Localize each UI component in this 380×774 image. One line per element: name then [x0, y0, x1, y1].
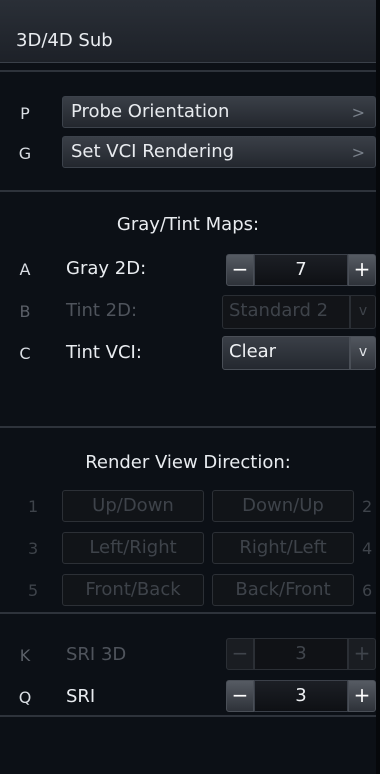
up-down-label: Up/Down	[92, 495, 174, 516]
chevron-right-icon: >	[351, 143, 365, 162]
hotkey-2: 2	[362, 497, 373, 516]
sri-stepper[interactable]: − 3 +	[226, 680, 376, 712]
hotkey-c: C	[19, 344, 31, 363]
front-back-label: Front/Back	[85, 579, 181, 600]
tint-2d-select[interactable]: Standard 2 v	[222, 295, 376, 329]
sri-decrement-button[interactable]: −	[226, 680, 254, 712]
hotkey-6: 6	[362, 581, 373, 600]
hotkey-5: 5	[28, 581, 39, 600]
divider	[0, 70, 376, 72]
divider	[0, 190, 376, 192]
divider	[0, 612, 376, 614]
render-view-direction-title: Render View Direction:	[85, 452, 291, 473]
divider	[0, 426, 376, 428]
gray-tint-maps-title: Gray/Tint Maps:	[116, 214, 260, 235]
back-front-label: Back/Front	[235, 579, 331, 600]
hotkey-a: A	[19, 260, 31, 279]
hotkey-g: G	[18, 144, 32, 163]
tint-vci-select[interactable]: Clear v	[222, 336, 376, 370]
set-vci-rendering-label: Set VCI Rendering	[71, 141, 235, 162]
tint-vci-label: Tint VCI:	[66, 342, 142, 363]
hotkey-b: B	[19, 302, 31, 321]
left-right-button[interactable]: Left/Right	[62, 532, 204, 564]
down-up-button[interactable]: Down/Up	[212, 490, 354, 522]
hotkey-k: K	[19, 646, 31, 665]
chevron-right-icon: >	[351, 103, 365, 122]
panel-edge	[376, 0, 380, 774]
hotkey-1: 1	[28, 497, 39, 516]
panel-header: 3D/4D Sub	[0, 0, 376, 63]
down-up-label: Down/Up	[242, 495, 324, 516]
gray-2d-increment-button[interactable]: +	[348, 254, 376, 286]
probe-orientation-button[interactable]: Probe Orientation >	[62, 96, 376, 128]
sri-3d-increment-button[interactable]: +	[348, 638, 376, 670]
front-back-button[interactable]: Front/Back	[62, 574, 204, 606]
gray-2d-value: 7	[254, 254, 348, 286]
sri-3d-label: SRI 3D	[66, 644, 127, 665]
sri-3d-stepper[interactable]: − 3 +	[226, 638, 376, 670]
chevron-down-icon[interactable]: v	[350, 336, 376, 370]
right-left-button[interactable]: Right/Left	[212, 532, 354, 564]
tint-2d-label: Tint 2D:	[66, 300, 138, 321]
set-vci-rendering-button[interactable]: Set VCI Rendering >	[62, 136, 376, 168]
panel-title: 3D/4D Sub	[16, 30, 113, 51]
back-front-button[interactable]: Back/Front	[212, 574, 354, 606]
up-down-button[interactable]: Up/Down	[62, 490, 204, 522]
chevron-down-icon[interactable]: v	[350, 295, 376, 329]
hotkey-q: Q	[18, 688, 32, 707]
right-left-label: Right/Left	[239, 537, 327, 558]
hotkey-3: 3	[28, 539, 39, 558]
sri-3d-decrement-button[interactable]: −	[226, 638, 254, 670]
gray-2d-decrement-button[interactable]: −	[226, 254, 254, 286]
gray-2d-label: Gray 2D:	[66, 258, 147, 279]
gray-2d-stepper[interactable]: − 7 +	[226, 254, 376, 286]
sri-value: 3	[254, 680, 348, 712]
tint-vci-value: Clear	[229, 341, 277, 362]
sub-menu-panel: 3D/4D Sub P Probe Orientation > G Set VC…	[0, 0, 380, 774]
sri-increment-button[interactable]: +	[348, 680, 376, 712]
divider	[0, 715, 376, 717]
sri-label: SRI	[66, 686, 96, 707]
probe-orientation-label: Probe Orientation	[71, 101, 230, 122]
tint-vci-value-box: Clear	[222, 336, 350, 370]
tint-2d-value-box: Standard 2	[222, 295, 350, 329]
hotkey-p: P	[20, 104, 30, 123]
hotkey-4: 4	[362, 539, 373, 558]
left-right-label: Left/Right	[89, 537, 177, 558]
sri-3d-value: 3	[254, 638, 348, 670]
tint-2d-value: Standard 2	[229, 300, 329, 321]
